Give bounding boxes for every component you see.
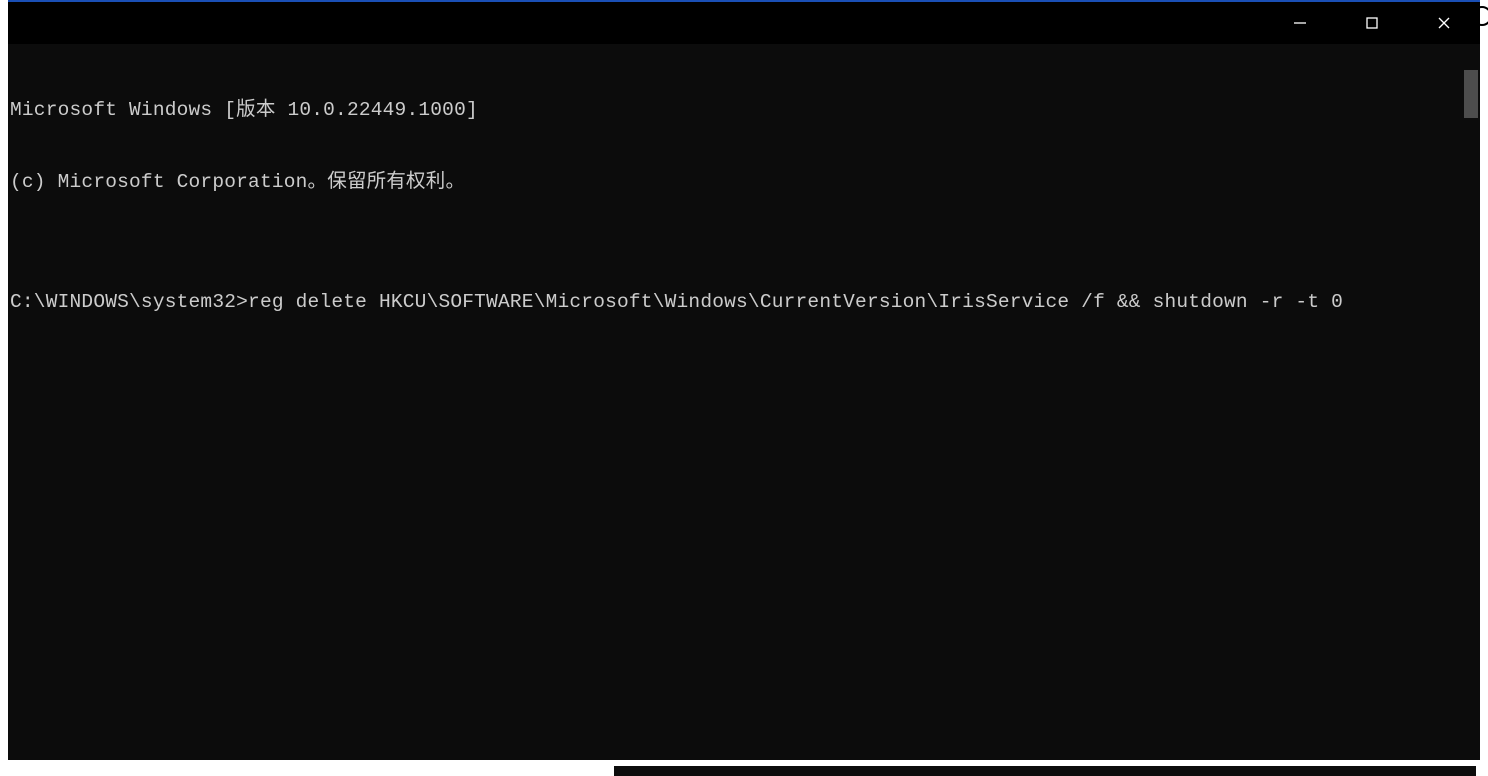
scrollbar[interactable] bbox=[1464, 50, 1478, 748]
prompt: C:\WINDOWS\system32> bbox=[10, 290, 248, 314]
output-line-1: Microsoft Windows [版本 10.0.22449.1000] bbox=[10, 98, 1478, 122]
terminal-window: Microsoft Windows [版本 10.0.22449.1000] (… bbox=[8, 0, 1480, 760]
minimize-button[interactable] bbox=[1264, 2, 1336, 44]
bottom-edge bbox=[614, 766, 1476, 776]
prompt-line: C:\WINDOWS\system32>reg delete HKCU\SOFT… bbox=[10, 290, 1478, 314]
titlebar[interactable] bbox=[8, 0, 1480, 44]
terminal-content: Microsoft Windows [版本 10.0.22449.1000] (… bbox=[10, 50, 1478, 362]
command-input[interactable]: reg delete HKCU\SOFTWARE\Microsoft\Windo… bbox=[248, 290, 1343, 314]
maximize-icon bbox=[1364, 15, 1380, 31]
window-controls bbox=[1264, 2, 1480, 44]
terminal-body[interactable]: Microsoft Windows [版本 10.0.22449.1000] (… bbox=[8, 44, 1480, 760]
minimize-icon bbox=[1292, 15, 1308, 31]
external-edge-curve bbox=[1472, 6, 1488, 26]
maximize-button[interactable] bbox=[1336, 2, 1408, 44]
output-line-2: (c) Microsoft Corporation。保留所有权利。 bbox=[10, 170, 1478, 194]
close-icon bbox=[1436, 15, 1452, 31]
scrollbar-thumb[interactable] bbox=[1464, 70, 1478, 118]
close-button[interactable] bbox=[1408, 2, 1480, 44]
